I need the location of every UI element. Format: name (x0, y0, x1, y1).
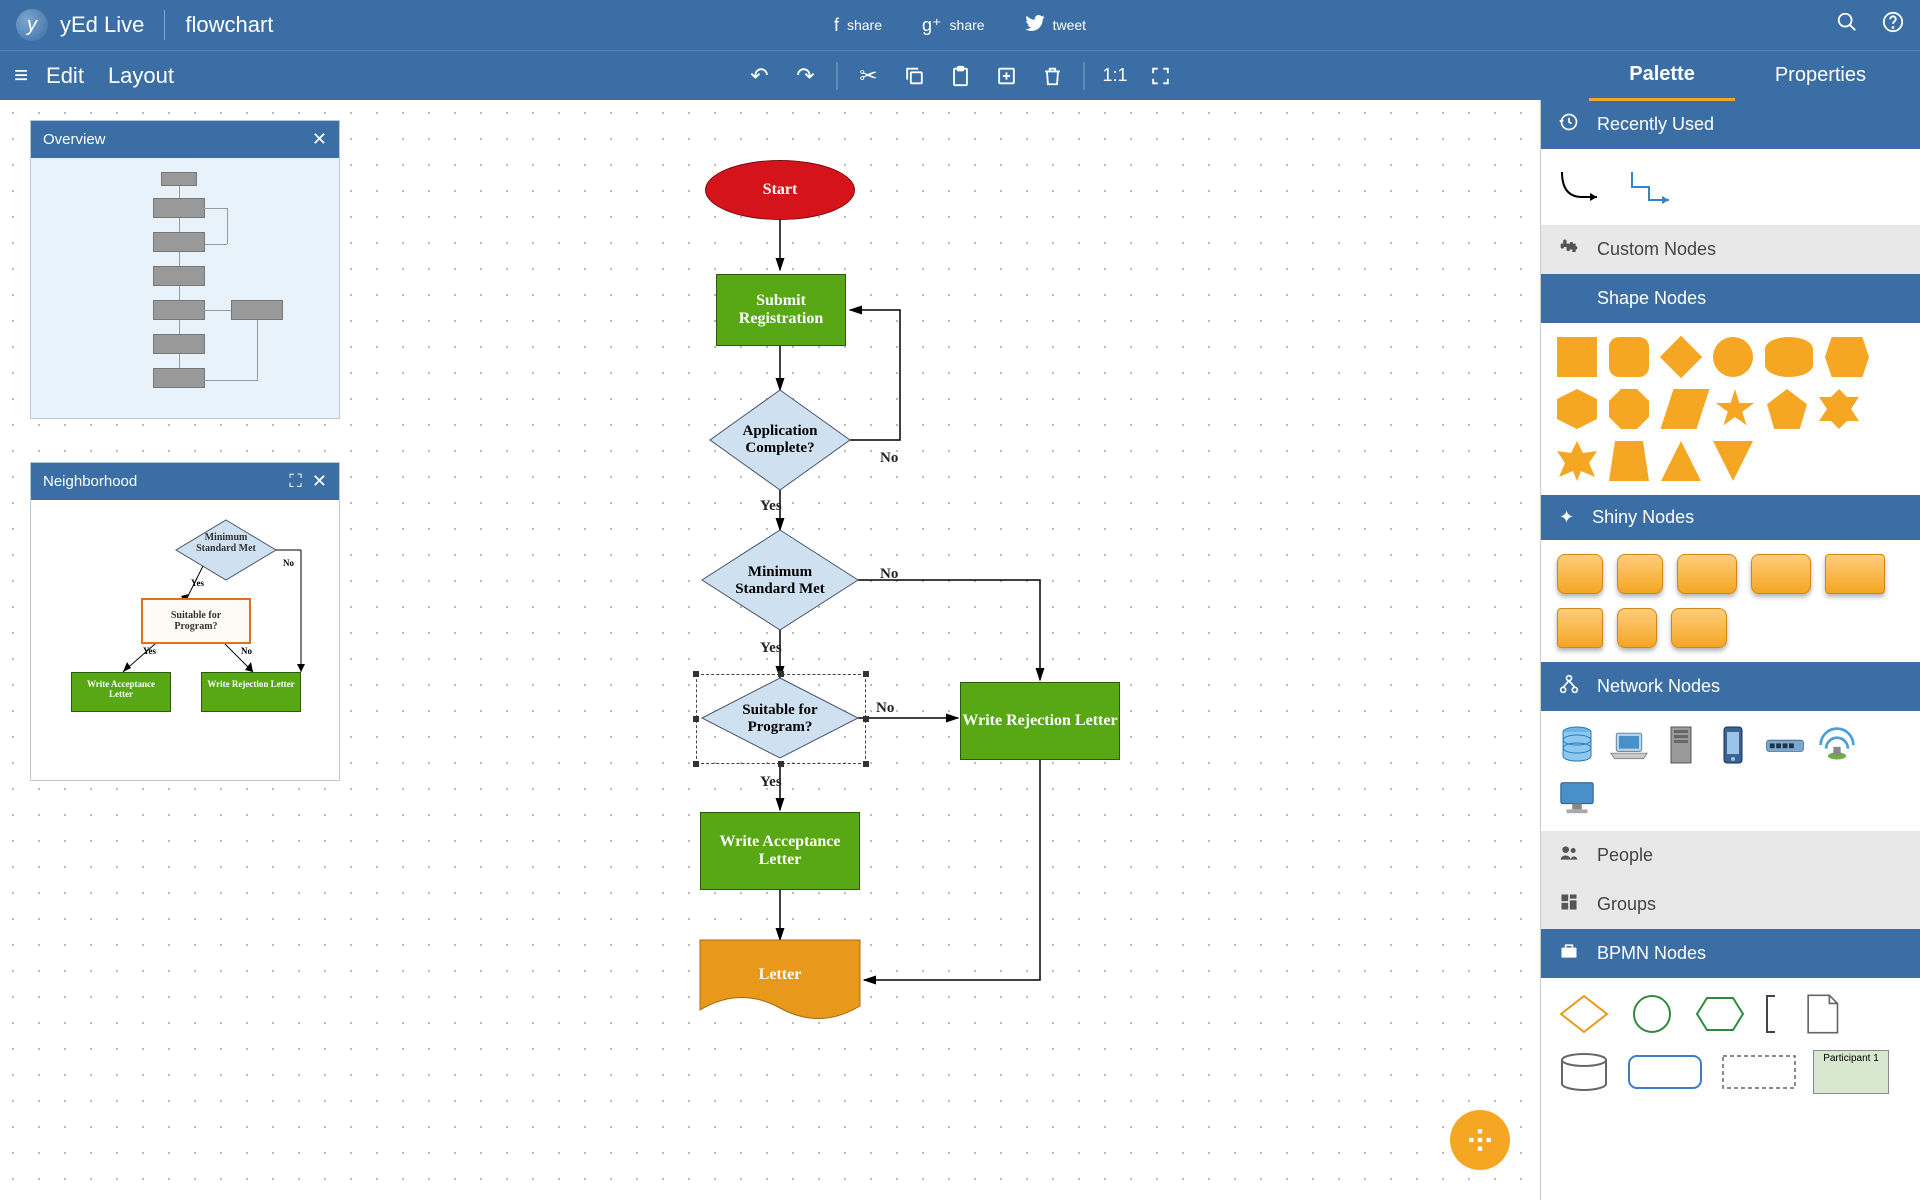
bpmn-datastore[interactable] (1557, 1050, 1611, 1094)
shiny-8[interactable] (1671, 608, 1727, 648)
node-start[interactable]: Start (705, 160, 855, 220)
shape-pentagon[interactable] (1767, 389, 1807, 429)
sparkle-icon: ✦ (1559, 507, 1574, 528)
google-plus-icon: g⁺ (922, 15, 942, 36)
shape-trapezoid[interactable] (1609, 441, 1649, 481)
node-acceptance[interactable]: Write Acceptance Letter (700, 812, 860, 890)
shiny-4[interactable] (1751, 554, 1811, 594)
share-label: share (847, 17, 882, 33)
shape-star8[interactable] (1819, 389, 1859, 429)
shape-octagon[interactable] (1609, 389, 1649, 429)
document-title[interactable]: flowchart (185, 12, 273, 38)
section-recently-used[interactable]: Recently Used (1541, 100, 1920, 149)
recent-edge-ortho[interactable] (1627, 167, 1677, 207)
app-logo[interactable]: y (16, 9, 48, 41)
shiny-6[interactable] (1557, 608, 1603, 648)
delete-button[interactable] (1029, 53, 1075, 99)
node-min-standard[interactable]: Minimum Standard Met (720, 552, 840, 610)
cut-button[interactable]: ✂ (845, 53, 891, 99)
network-icon (1559, 674, 1579, 699)
copy-button[interactable] (891, 53, 937, 99)
canvas[interactable]: Overview ✕ (0, 100, 1540, 1200)
palette-sidebar: Recently Used Custom Nodes Shape Nodes (1540, 100, 1920, 1200)
share-facebook[interactable]: f share (834, 15, 882, 36)
fit-screen-button[interactable] (1138, 53, 1184, 99)
menu-layout[interactable]: Layout (108, 63, 174, 89)
help-icon[interactable] (1882, 11, 1904, 39)
shiny-5[interactable] (1825, 554, 1885, 594)
share-label: share (950, 17, 985, 33)
moon-icon (1559, 286, 1579, 311)
dashboard-icon (1559, 892, 1579, 917)
shape-triangle-down[interactable] (1713, 441, 1753, 481)
node-rejection[interactable]: Write Rejection Letter (960, 682, 1120, 760)
menu-edit[interactable]: Edit (46, 63, 84, 89)
bpmn-event[interactable] (1625, 992, 1679, 1036)
network-laptop[interactable] (1609, 725, 1649, 765)
facebook-icon: f (834, 15, 839, 36)
section-bpmn-nodes[interactable]: BPMN Nodes (1541, 929, 1920, 978)
node-letter[interactable]: Letter (740, 960, 820, 990)
shape-nodes-body (1541, 323, 1920, 495)
people-icon (1559, 843, 1579, 868)
hamburger-menu[interactable]: ≡ (14, 62, 28, 90)
history-icon (1559, 112, 1579, 137)
shape-ellipse[interactable] (1765, 337, 1813, 377)
search-icon[interactable] (1836, 11, 1858, 39)
node-submit[interactable]: Submit Registration (716, 274, 846, 346)
app-name: yEd Live (60, 12, 144, 38)
share-google-plus[interactable]: g⁺ share (922, 15, 985, 36)
bpmn-task[interactable] (1625, 1050, 1705, 1094)
flowchart-edges (0, 100, 1540, 1200)
selection-box (696, 674, 866, 764)
bpmn-gateway[interactable] (1557, 992, 1611, 1036)
shape-square[interactable] (1557, 337, 1597, 377)
briefcase-icon (1559, 941, 1579, 966)
node-app-complete[interactable]: Application Complete? (720, 412, 840, 468)
shape-diamond[interactable] (1660, 336, 1702, 378)
shape-triangle[interactable] (1661, 441, 1701, 481)
section-shape-nodes[interactable]: Shape Nodes (1541, 274, 1920, 323)
shiny-2[interactable] (1617, 554, 1663, 594)
bpmn-bracket[interactable] (1761, 992, 1781, 1036)
bpmn-participant[interactable]: Participant 1 (1813, 1050, 1889, 1094)
shiny-3[interactable] (1677, 554, 1737, 594)
shape-star5[interactable] (1715, 389, 1755, 429)
undo-button[interactable]: ↶ (736, 53, 782, 99)
shiny-1[interactable] (1557, 554, 1603, 594)
network-phone[interactable] (1713, 725, 1753, 765)
duplicate-button[interactable] (983, 53, 1029, 99)
zoom-reset-button[interactable]: 1:1 (1092, 53, 1137, 99)
network-database[interactable] (1557, 725, 1597, 765)
extension-icon (1559, 237, 1579, 262)
share-label: tweet (1053, 17, 1086, 33)
network-wifi[interactable] (1817, 725, 1857, 765)
shape-hexagon-v[interactable] (1557, 389, 1597, 429)
shape-rounded[interactable] (1609, 337, 1649, 377)
shape-hexagon-h[interactable] (1825, 337, 1869, 377)
shiny-7[interactable] (1617, 608, 1657, 648)
twitter-icon (1025, 15, 1045, 36)
section-custom-nodes[interactable]: Custom Nodes (1541, 225, 1920, 274)
paste-button[interactable] (937, 53, 983, 99)
tab-properties[interactable]: Properties (1735, 51, 1906, 101)
fab-button[interactable] (1450, 1110, 1510, 1170)
redo-button[interactable]: ↷ (782, 53, 828, 99)
share-twitter[interactable]: tweet (1025, 15, 1086, 36)
shape-star6[interactable] (1557, 441, 1597, 481)
shape-circle[interactable] (1713, 337, 1753, 377)
section-shiny-nodes[interactable]: ✦ Shiny Nodes (1541, 495, 1920, 540)
recent-edge-curved[interactable] (1557, 167, 1607, 207)
network-server[interactable] (1661, 725, 1701, 765)
tab-palette[interactable]: Palette (1589, 51, 1735, 101)
bpmn-hexagon[interactable] (1693, 992, 1747, 1036)
section-people[interactable]: People (1541, 831, 1920, 880)
network-switch[interactable] (1765, 725, 1805, 765)
bpmn-document[interactable] (1795, 992, 1849, 1036)
bpmn-group[interactable] (1719, 1050, 1799, 1094)
section-groups[interactable]: Groups (1541, 880, 1920, 929)
section-network-nodes[interactable]: Network Nodes (1541, 662, 1920, 711)
network-monitor[interactable] (1557, 777, 1597, 817)
shape-parallelogram[interactable] (1661, 389, 1710, 429)
